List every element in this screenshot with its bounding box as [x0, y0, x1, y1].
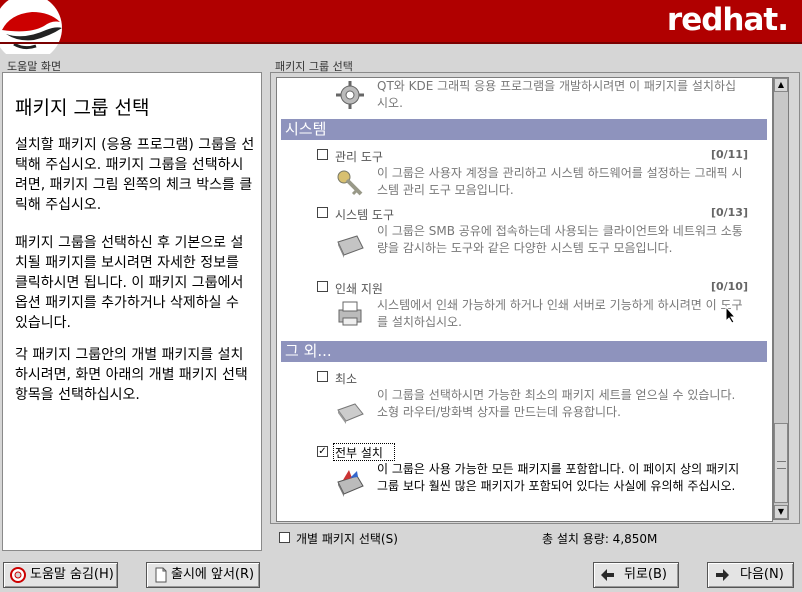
- system-tools-count[interactable]: [0/13]: [711, 206, 748, 219]
- back-label: 뒤로(B): [624, 567, 667, 582]
- next-button[interactable]: 다음(N): [707, 562, 794, 588]
- everything-checkbox[interactable]: ✓: [317, 446, 328, 457]
- box-icon: [337, 403, 364, 424]
- release-notes-button[interactable]: 출시에 앞서(R): [146, 562, 260, 588]
- release-notes-label: 출시에 앞서(R): [171, 567, 255, 582]
- system-tools-label[interactable]: 시스템 도구: [335, 206, 394, 223]
- help-paragraph-3: 각 패키지 그룹안의 개별 패키지를 설치하시려면, 화면 아래의 개별 패키지…: [15, 347, 248, 403]
- package-list-scrollbar[interactable]: ▲ ▼: [773, 77, 789, 520]
- section-header-other: 그 외...: [281, 341, 767, 362]
- gear-icon: [336, 81, 364, 109]
- help-panel: 패키지 그룹 선택 설치할 패키지 (응용 프로그램) 그룹을 선택해 주십시오…: [2, 72, 262, 551]
- back-button[interactable]: 뒤로(B): [593, 562, 679, 588]
- hide-help-button[interactable]: 도움말 숨김(H): [3, 562, 118, 588]
- printer-icon: [338, 301, 362, 326]
- help-paragraph-2: 패키지 그룹을 선택하신 후 기본으로 설치될 패키지를 보시려면 자세한 정보…: [15, 235, 244, 331]
- everything-desc: 이 그룹은 사용 가능한 모든 패키지를 포함합니다. 이 페이지 상의 패키지…: [377, 462, 740, 493]
- package-group-list[interactable]: QT와 KDE 그래픽 응용 프로그램을 개발하시려면 이 패키지를 설치하십시…: [276, 77, 773, 522]
- arrow-left-icon: [601, 569, 614, 581]
- help-title: 패키지 그룹 선택: [15, 97, 150, 119]
- scrollbar-thumb[interactable]: [774, 423, 788, 503]
- scroll-down-arrow-icon[interactable]: ▼: [774, 505, 788, 519]
- minimal-checkbox[interactable]: [317, 371, 328, 382]
- admin-tools-desc: 이 그룹은 사용자 계정을 관리하고 시스템 하드웨어를 설정하는 그래픽 시스…: [377, 166, 743, 197]
- admin-tools-count[interactable]: [0/11]: [711, 148, 748, 161]
- admin-tools-checkbox[interactable]: [317, 149, 328, 160]
- document-icon: [155, 567, 167, 583]
- arrow-right-icon: [716, 569, 729, 581]
- minimal-desc: 이 그룹을 선택하시면 가능한 최소의 패키지 세트를 얻으실 수 있습니다. …: [377, 388, 736, 419]
- printing-count[interactable]: [0/10]: [711, 280, 748, 293]
- section-header-system: 시스템: [281, 119, 767, 140]
- everything-label[interactable]: 전부 설치: [335, 444, 383, 461]
- mouse-cursor-icon: [725, 306, 737, 324]
- top-banner: redhat.: [0, 0, 802, 54]
- printing-desc: 시스템에서 인쇄 가능하게 하거나 인쇄 서버로 기능하게 하시려면 이 도구를…: [377, 298, 743, 329]
- system-tools-desc: 이 그룹은 SMB 공유에 접속하는데 사용되는 클라이언트와 네트워크 소통량…: [377, 224, 743, 255]
- help-paragraph-1: 설치할 패키지 (응용 프로그램) 그룹을 선택해 주십시오. 패키지 그룹을 …: [15, 137, 255, 213]
- keys-icon: [337, 170, 363, 196]
- individual-packages-label[interactable]: 개별 패키지 선택(S): [296, 530, 398, 547]
- scroll-up-arrow-icon[interactable]: ▲: [774, 78, 788, 92]
- system-tools-checkbox[interactable]: [317, 207, 328, 218]
- brand-logo: redhat.: [666, 2, 789, 38]
- full-box-icon: [337, 470, 364, 497]
- shadowman-logo: [0, 0, 62, 54]
- printing-label[interactable]: 인쇄 지원: [335, 280, 383, 297]
- package-desc-partial: QT와 KDE 그래픽 응용 프로그램을 개발하시려면 이 패키지를 설치하십시…: [377, 79, 737, 110]
- individual-packages-checkbox[interactable]: [279, 532, 290, 543]
- total-install-size: 총 설치 용량: 4,850M: [542, 532, 658, 546]
- lifebuoy-icon: [10, 567, 26, 583]
- next-label: 다음(N): [740, 567, 784, 582]
- toolbox-icon: [337, 235, 364, 258]
- minimal-label[interactable]: 최소: [335, 370, 357, 387]
- hide-help-label: 도움말 숨김(H): [30, 567, 114, 582]
- admin-tools-label[interactable]: 관리 도구: [335, 148, 383, 165]
- printing-checkbox[interactable]: [317, 281, 328, 292]
- banner-divider: [0, 42, 802, 44]
